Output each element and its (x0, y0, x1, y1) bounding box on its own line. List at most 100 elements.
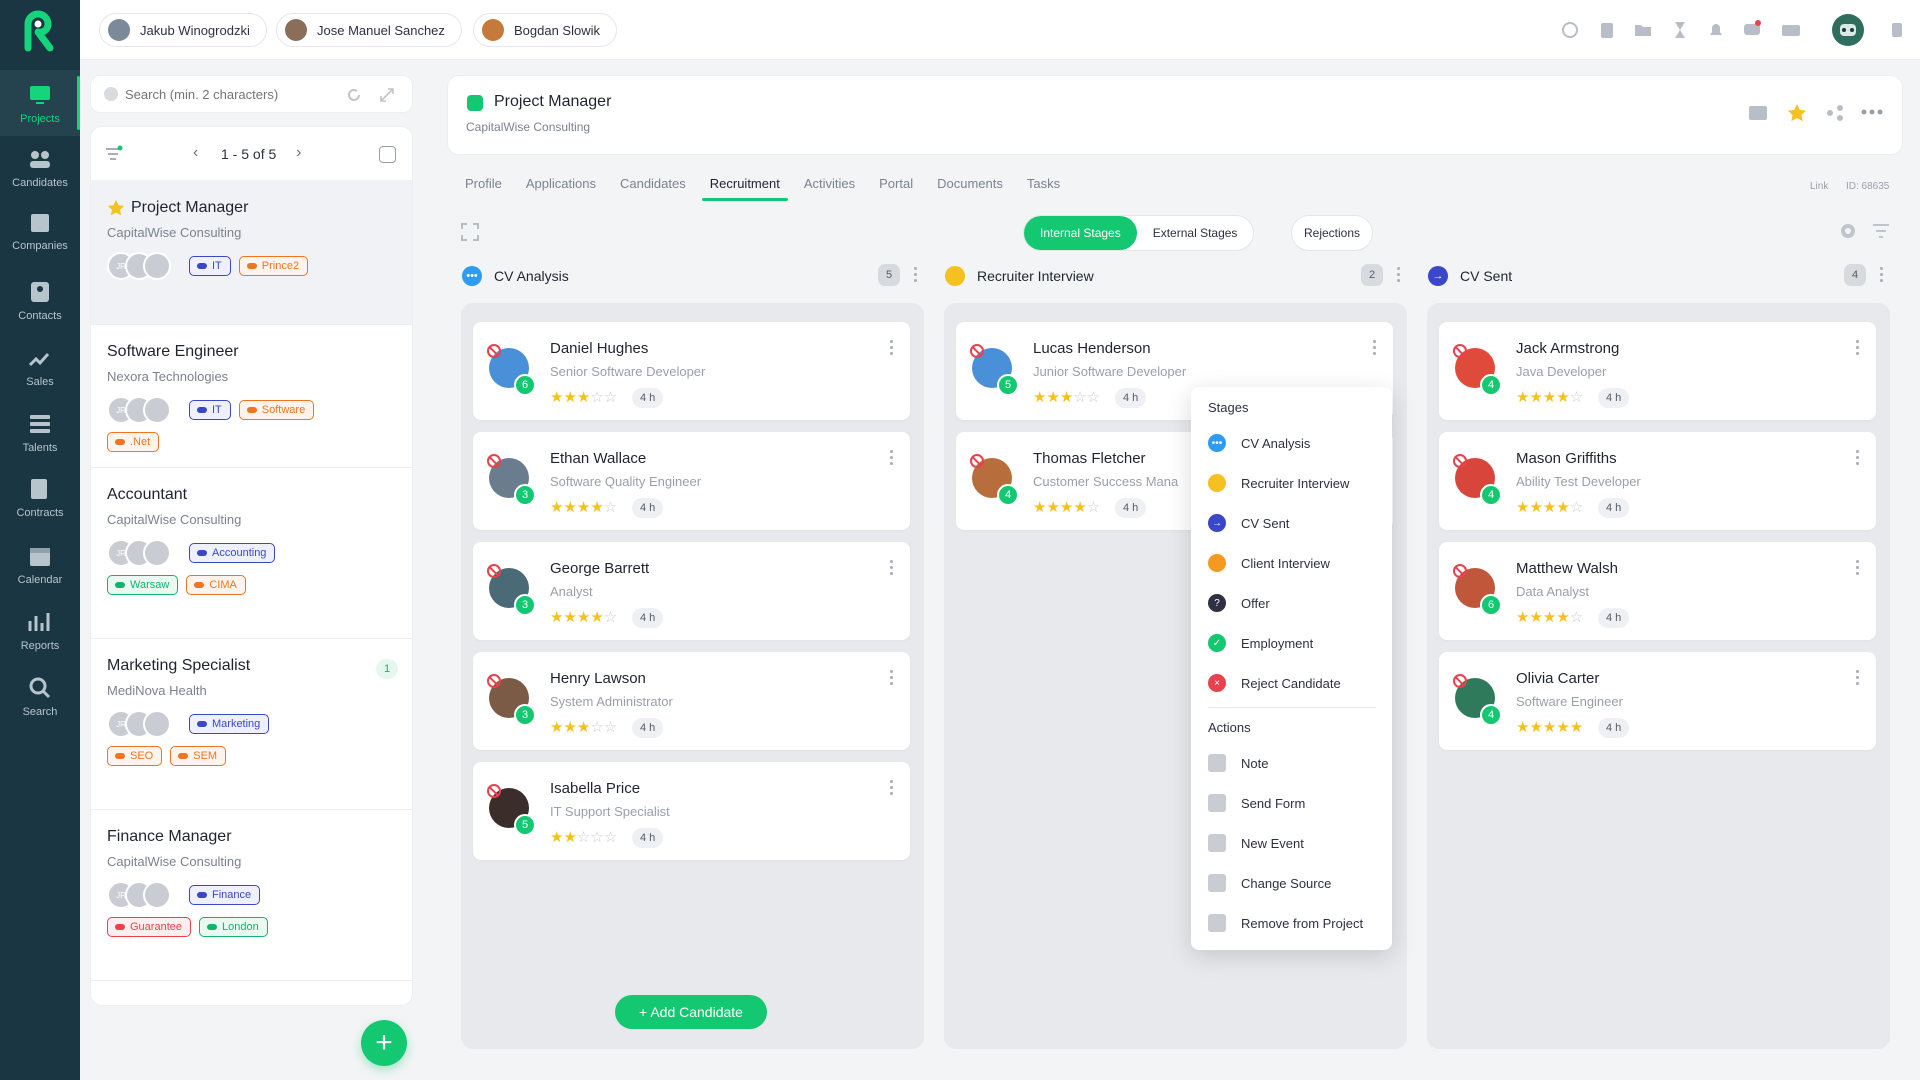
tab-tasks[interactable]: Tasks (1027, 176, 1060, 201)
project-list-item[interactable]: Project Manager CapitalWise Consulting JR I… (91, 181, 412, 325)
candidate-name[interactable]: Henry Lawson (550, 670, 646, 687)
id-card-icon[interactable] (1781, 20, 1801, 40)
card-menu-button[interactable] (890, 780, 894, 796)
card-menu-button[interactable] (1856, 560, 1860, 576)
project-list-item[interactable]: Accountant CapitalWise Consulting JR Accoun… (91, 468, 412, 639)
external-stages-button[interactable]: External Stages (1137, 216, 1254, 250)
skill-tag[interactable]: CIMA (186, 575, 246, 595)
menu-item-stage[interactable]: → CV Sent (1208, 513, 1289, 533)
candidate-name[interactable]: Daniel Hughes (550, 340, 648, 357)
candidate-card[interactable]: 3 Ethan Wallace Software Quality Engineer ★… (473, 432, 910, 530)
menu-item-stage[interactable]: Client Interview (1208, 553, 1330, 573)
rating-stars[interactable]: ★★★★☆ (1033, 498, 1100, 516)
skill-tag[interactable]: Finance (189, 885, 261, 905)
sidebar-item-search[interactable]: Search (0, 663, 80, 729)
rejections-button[interactable]: Rejections (1291, 215, 1374, 251)
sidebar-item-reports[interactable]: Reports (0, 597, 80, 663)
menu-item-stage[interactable]: ? Offer (1208, 593, 1270, 613)
card-menu-button[interactable] (890, 670, 894, 686)
sidebar-item-contracts[interactable]: Contracts (0, 464, 80, 530)
menu-item-action[interactable]: New Event (1208, 833, 1304, 853)
share-icon[interactable] (1826, 104, 1844, 122)
skill-tag[interactable]: Guarantee (107, 917, 191, 937)
star-icon[interactable] (1787, 103, 1807, 123)
skill-tag[interactable]: SEM (170, 746, 227, 766)
menu-item-stage[interactable]: ••• CV Analysis (1208, 433, 1310, 453)
project-list-item[interactable]: Finance Manager CapitalWise Consulting JR F… (91, 810, 412, 981)
rating-stars[interactable]: ★★★★★ (1516, 718, 1583, 736)
candidate-name[interactable]: Mason Griffiths (1516, 450, 1617, 467)
candidate-card[interactable]: 4 Jack Armstrong Java Developer ★★★★☆ 4 h (1439, 322, 1876, 420)
tab-documents[interactable]: Documents (937, 176, 1003, 201)
prev-page-button[interactable]: ‹ (193, 144, 198, 162)
rating-stars[interactable]: ★★★☆☆ (550, 388, 617, 406)
star-icon[interactable] (107, 199, 125, 217)
add-project-button[interactable]: + (361, 1020, 407, 1066)
rating-stars[interactable]: ★★★★☆ (550, 498, 617, 516)
sidebar-item-companies[interactable]: Companies (0, 197, 80, 263)
rating-stars[interactable]: ★★☆☆☆ (550, 828, 617, 846)
candidate-name[interactable]: Olivia Carter (1516, 670, 1599, 687)
card-menu-button[interactable] (1856, 670, 1860, 686)
card-menu-button[interactable] (890, 560, 894, 576)
candidate-card[interactable]: 5 Isabella Price IT Support Specialist ★★☆☆… (473, 762, 910, 860)
candidate-name[interactable]: Jack Armstrong (1516, 340, 1619, 357)
rating-stars[interactable]: ★★★★☆ (550, 608, 617, 626)
column-menu-button[interactable] (1397, 267, 1401, 283)
tab-profile[interactable]: Profile (465, 176, 502, 201)
skill-tag[interactable]: .Net (107, 432, 160, 452)
skill-tag[interactable]: Warsaw (107, 575, 179, 595)
tab-activities[interactable]: Activities (804, 176, 855, 201)
sort-icon[interactable] (1872, 223, 1890, 239)
user-chip[interactable]: Bogdan Slowik (473, 13, 617, 47)
candidate-name[interactable]: Thomas Fletcher (1033, 450, 1146, 467)
next-page-button[interactable]: › (296, 144, 301, 162)
card-menu-button[interactable] (1856, 340, 1860, 356)
column-menu-button[interactable] (1880, 267, 1884, 283)
menu-item-stage[interactable]: × Reject Candidate (1208, 673, 1341, 693)
hourglass-icon[interactable] (1670, 20, 1690, 40)
candidate-name[interactable]: George Barrett (550, 560, 649, 577)
rating-stars[interactable]: ★★★★☆ (1516, 608, 1583, 626)
skill-tag[interactable]: London (198, 917, 268, 937)
tab-applications[interactable]: Applications (526, 176, 596, 201)
rating-stars[interactable]: ★★★★☆ (1516, 388, 1583, 406)
skill-tag[interactable]: SEO (107, 746, 163, 766)
panel-toggle-icon[interactable] (1888, 20, 1908, 40)
rating-stars[interactable]: ★★★★☆ (1516, 498, 1583, 516)
refresh-icon[interactable] (346, 87, 362, 103)
add-candidate-button[interactable]: + Add Candidate (615, 995, 767, 1029)
expand-icon[interactable] (379, 87, 395, 103)
skill-tag[interactable]: Accounting (189, 543, 276, 563)
card-menu-button[interactable] (890, 450, 894, 466)
mail-icon[interactable] (1749, 106, 1767, 120)
menu-item-stage[interactable]: Recruiter Interview (1208, 473, 1349, 493)
sidebar-item-sales[interactable]: Sales (0, 333, 80, 399)
settings-icon[interactable] (1839, 222, 1857, 240)
skill-tag[interactable]: Prince2 (238, 256, 309, 276)
select-all-checkbox[interactable] (379, 146, 396, 163)
tab-recruitment[interactable]: Recruitment (701, 176, 788, 201)
clipboard-icon[interactable] (1597, 20, 1617, 40)
menu-item-action[interactable]: Note (1208, 753, 1268, 773)
user-chip[interactable]: Jakub Winogrodzki (99, 13, 267, 47)
skill-tag[interactable]: Marketing (189, 714, 270, 734)
candidate-name[interactable]: Lucas Henderson (1033, 340, 1151, 357)
menu-item-action[interactable]: Remove from Project (1208, 913, 1363, 933)
candidate-card[interactable]: 4 Mason Griffiths Ability Test Developer ★★… (1439, 432, 1876, 530)
bell-icon[interactable] (1706, 20, 1726, 40)
skill-tag[interactable]: IT (189, 256, 231, 276)
internal-stages-button[interactable]: Internal Stages (1024, 216, 1137, 250)
card-menu-button[interactable] (1856, 450, 1860, 466)
candidate-card[interactable]: 4 Olivia Carter Software Engineer ★★★★★ 4 h (1439, 652, 1876, 750)
candidate-card[interactable]: 6 Matthew Walsh Data Analyst ★★★★☆ 4 h (1439, 542, 1876, 640)
menu-item-action[interactable]: Send Form (1208, 793, 1305, 813)
column-menu-button[interactable] (914, 267, 918, 283)
tab-portal[interactable]: Portal (879, 176, 913, 201)
filter-icon[interactable] (105, 145, 125, 163)
candidate-card[interactable]: 3 Henry Lawson System Administrator ★★★☆☆ 4 … (473, 652, 910, 750)
app-logo[interactable] (18, 10, 62, 54)
project-list-item[interactable]: Software Engineer Nexora Technologies JR IT… (91, 325, 412, 468)
sidebar-item-talents[interactable]: Talents (0, 399, 80, 465)
link-label[interactable]: Link (1810, 181, 1828, 192)
